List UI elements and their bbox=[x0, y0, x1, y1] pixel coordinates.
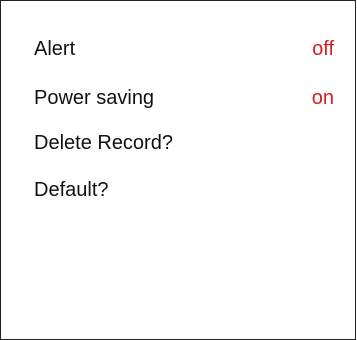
alert-status-value: off bbox=[312, 38, 334, 60]
settings-menu-panel: Alert off Power saving on Delete Record?… bbox=[0, 0, 356, 340]
menu-item-label: Power saving bbox=[34, 87, 155, 109]
power-saving-status-value: on bbox=[311, 87, 334, 109]
menu-item-label: Alert bbox=[34, 38, 76, 60]
menu-item-delete-record[interactable]: Delete Record? bbox=[1, 123, 355, 163]
menu-item-alert[interactable]: Alert off bbox=[1, 29, 355, 69]
menu-item-power-saving[interactable]: Power saving on bbox=[1, 78, 355, 118]
menu-item-label: Delete Record? bbox=[34, 132, 173, 154]
menu-item-default[interactable]: Default? bbox=[1, 170, 355, 210]
menu-item-label: Default? bbox=[34, 179, 109, 201]
